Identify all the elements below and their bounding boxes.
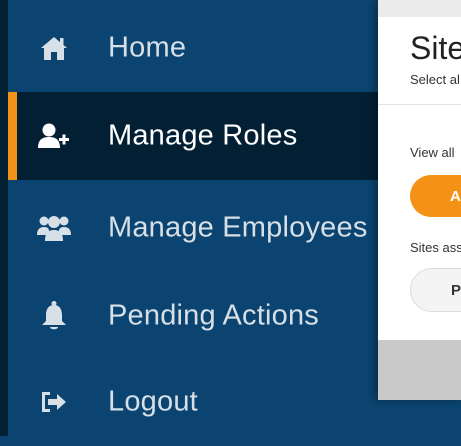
modal-footer xyxy=(378,340,461,400)
modal-top-bar xyxy=(378,0,461,17)
view-all-text: View all xyxy=(410,145,455,160)
sidebar-edge xyxy=(0,0,8,436)
secondary-button[interactable]: P xyxy=(410,268,461,312)
add-user-icon xyxy=(36,118,72,154)
active-indicator xyxy=(8,92,17,180)
sidebar-item-label: Manage Roles xyxy=(108,119,298,152)
logout-icon xyxy=(36,384,72,420)
sidebar-item-label: Logout xyxy=(108,385,198,418)
modal-divider xyxy=(378,104,461,105)
sidebar-item-label: Manage Employees xyxy=(108,211,368,244)
bell-icon xyxy=(36,298,72,334)
site-modal: Site Select al View all A Sites ass P xyxy=(378,0,461,400)
modal-title: Site xyxy=(410,30,461,66)
sidebar-item-label: Pending Actions xyxy=(108,299,319,332)
sidebar-item-label: Home xyxy=(108,31,187,64)
sites-assigned-text: Sites ass xyxy=(410,240,461,255)
modal-subtitle: Select al xyxy=(410,72,460,87)
home-icon xyxy=(36,30,72,66)
primary-button[interactable]: A xyxy=(410,175,461,217)
users-icon xyxy=(36,210,72,246)
